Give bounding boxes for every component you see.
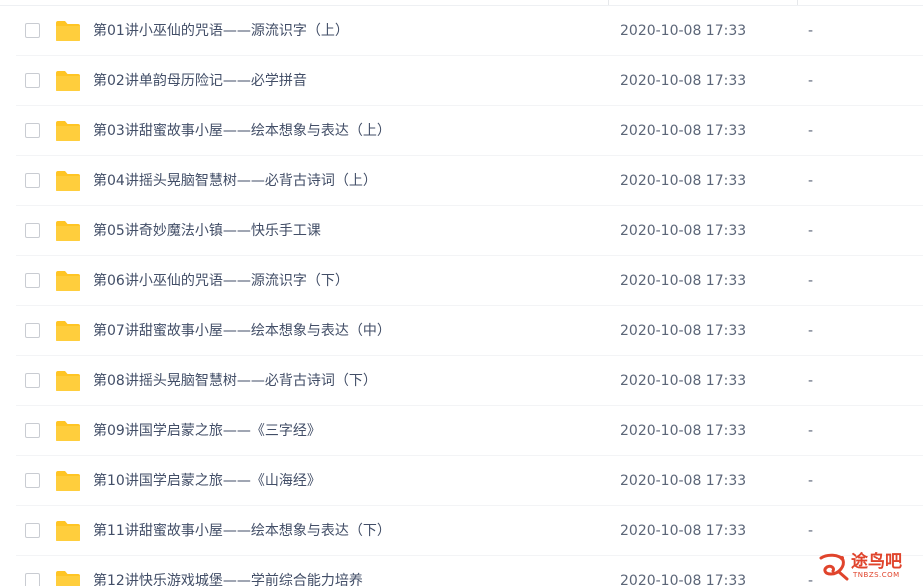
modified-date: 2020-10-08 17:33 (620, 223, 747, 239)
watermark-subtext: TNBZS.COM (853, 571, 900, 579)
file-row[interactable]: 第01讲小巫仙的咒语——源流识字（上） 2020-10-08 17:33 - (0, 6, 923, 56)
row-checkbox[interactable] (25, 423, 40, 438)
column-separator-modified[interactable] (608, 0, 609, 5)
file-size: - (808, 573, 814, 586)
file-name[interactable]: 第03讲甜蜜故事小屋——绘本想象与表达（上） (93, 121, 391, 141)
file-size: - (808, 73, 814, 89)
file-name[interactable]: 第02讲单韵母历险记——必学拼音 (93, 71, 307, 91)
folder-icon (55, 220, 81, 242)
row-checkbox[interactable] (25, 173, 40, 188)
file-name[interactable]: 第07讲甜蜜故事小屋——绘本想象与表达（中） (93, 321, 391, 341)
folder-icon (55, 320, 81, 342)
file-size: - (808, 323, 814, 339)
row-checkbox[interactable] (25, 273, 40, 288)
modified-date: 2020-10-08 17:33 (620, 123, 747, 139)
file-size: - (808, 473, 814, 489)
file-name[interactable]: 第08讲摇头晃脑智慧树——必背古诗词（下） (93, 371, 377, 391)
file-size: - (808, 273, 814, 289)
file-size: - (808, 423, 814, 439)
row-checkbox[interactable] (25, 573, 40, 586)
folder-icon (55, 170, 81, 192)
file-name[interactable]: 第10讲国学启蒙之旅——《山海经》 (93, 471, 321, 491)
modified-date: 2020-10-08 17:33 (620, 273, 747, 289)
file-row[interactable]: 第08讲摇头晃脑智慧树——必背古诗词（下） 2020-10-08 17:33 - (0, 356, 923, 406)
file-row[interactable]: 第11讲甜蜜故事小屋——绘本想象与表达（下） 2020-10-08 17:33 - (0, 506, 923, 556)
file-size: - (808, 373, 814, 389)
file-row[interactable]: 第02讲单韵母历险记——必学拼音 2020-10-08 17:33 - (0, 56, 923, 106)
file-row[interactable]: 第06讲小巫仙的咒语——源流识字（下） 2020-10-08 17:33 - (0, 256, 923, 306)
modified-date: 2020-10-08 17:33 (620, 323, 747, 339)
modified-date: 2020-10-08 17:33 (620, 573, 747, 586)
file-name[interactable]: 第09讲国学启蒙之旅——《三字经》 (93, 421, 321, 441)
folder-icon (55, 70, 81, 92)
file-row[interactable]: 第05讲奇妙魔法小镇——快乐手工课 2020-10-08 17:33 - (0, 206, 923, 256)
file-row[interactable]: 第04讲摇头晃脑智慧树——必背古诗词（上） 2020-10-08 17:33 - (0, 156, 923, 206)
file-name[interactable]: 第06讲小巫仙的咒语——源流识字（下） (93, 271, 349, 291)
row-checkbox[interactable] (25, 373, 40, 388)
modified-date: 2020-10-08 17:33 (620, 73, 747, 89)
file-size: - (808, 223, 814, 239)
modified-date: 2020-10-08 17:33 (620, 423, 747, 439)
folder-icon (55, 370, 81, 392)
row-checkbox[interactable] (25, 473, 40, 488)
row-checkbox[interactable] (25, 223, 40, 238)
folder-icon (55, 520, 81, 542)
row-checkbox[interactable] (25, 73, 40, 88)
row-checkbox[interactable] (25, 523, 40, 538)
file-list: 第01讲小巫仙的咒语——源流识字（上） 2020-10-08 17:33- 第02讲… (0, 0, 923, 586)
folder-icon (55, 570, 81, 586)
modified-date: 2020-10-08 17:33 (620, 523, 747, 539)
watermark-logo: 途鸟吧 TNBZS.COM (817, 552, 913, 582)
file-size: - (808, 173, 814, 189)
file-row[interactable]: 第09讲国学启蒙之旅——《三字经》 2020-10-08 17:33 - (0, 406, 923, 456)
file-row[interactable]: 第07讲甜蜜故事小屋——绘本想象与表达（中） 2020-10-08 17:33 - (0, 306, 923, 356)
folder-icon (55, 120, 81, 142)
file-name[interactable]: 第05讲奇妙魔法小镇——快乐手工课 (93, 221, 321, 241)
watermark-text: 途鸟吧 (851, 552, 902, 572)
file-size: - (808, 123, 814, 139)
row-checkbox[interactable] (25, 323, 40, 338)
tn-logo-icon (819, 553, 849, 581)
folder-icon (55, 20, 81, 42)
file-name[interactable]: 第11讲甜蜜故事小屋——绘本想象与表达（下） (93, 521, 391, 541)
file-name[interactable]: 第01讲小巫仙的咒语——源流识字（上） (93, 21, 349, 41)
file-name[interactable]: 第04讲摇头晃脑智慧树——必背古诗词（上） (93, 171, 377, 191)
modified-date: 2020-10-08 17:33 (620, 173, 747, 189)
column-separator-size[interactable] (797, 0, 798, 5)
row-checkbox[interactable] (25, 123, 40, 138)
folder-icon (55, 470, 81, 492)
modified-date: 2020-10-08 17:33 (620, 473, 747, 489)
file-row[interactable]: 第12讲快乐游戏城堡——学前综合能力培养 2020-10-08 17:33 - (0, 556, 923, 586)
file-row[interactable]: 第10讲国学启蒙之旅——《山海经》 2020-10-08 17:33 - (0, 456, 923, 506)
modified-date: 2020-10-08 17:33 (620, 23, 747, 39)
file-size: - (808, 523, 814, 539)
file-size: - (808, 23, 814, 39)
file-row[interactable]: 第03讲甜蜜故事小屋——绘本想象与表达（上） 2020-10-08 17:33 - (0, 106, 923, 156)
folder-icon (55, 420, 81, 442)
row-checkbox[interactable] (25, 23, 40, 38)
folder-icon (55, 270, 81, 292)
modified-date: 2020-10-08 17:33 (620, 373, 747, 389)
file-name[interactable]: 第12讲快乐游戏城堡——学前综合能力培养 (93, 571, 363, 586)
